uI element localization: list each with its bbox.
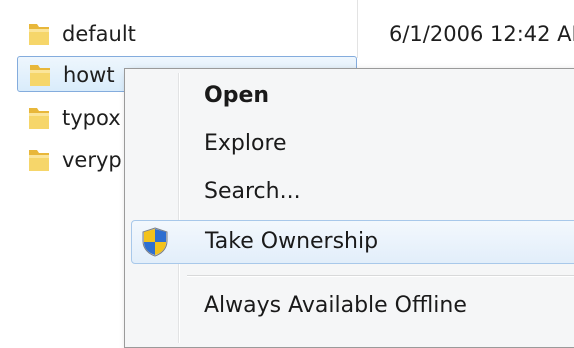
file-date: 6/1/2006 12:42 AM xyxy=(389,22,574,46)
file-name[interactable]: default xyxy=(62,22,136,46)
file-name[interactable]: howt xyxy=(63,63,115,87)
menu-item-label: Take Ownership xyxy=(205,229,379,254)
context-menu: Open Explore Search... Take Ownership Al… xyxy=(124,68,574,348)
menu-item-open[interactable]: Open xyxy=(131,75,574,119)
name-cell[interactable]: default xyxy=(17,16,357,52)
folder-icon xyxy=(30,65,50,86)
folder-icon xyxy=(29,24,49,45)
menu-item-label: Always Available Offline xyxy=(204,293,467,318)
file-name[interactable]: veryp xyxy=(62,148,122,172)
uac-shield-icon xyxy=(142,227,168,257)
menu-item-explore[interactable]: Explore xyxy=(131,123,574,167)
menu-item-search[interactable]: Search... xyxy=(131,171,574,215)
menu-item-label: Open xyxy=(204,83,270,108)
folder-icon xyxy=(29,150,49,171)
folder-icon xyxy=(29,108,49,129)
menu-item-always-available-offline[interactable]: Always Available Offline xyxy=(131,285,574,329)
file-name[interactable]: typox xyxy=(62,106,121,130)
menu-item-label: Search... xyxy=(204,179,301,204)
menu-item-label: Explore xyxy=(204,131,287,156)
menu-separator-highlight xyxy=(187,276,574,277)
file-row-default[interactable]: default 6/1/2006 12:42 AM xyxy=(17,16,574,54)
menu-item-take-ownership[interactable]: Take Ownership xyxy=(131,220,574,264)
